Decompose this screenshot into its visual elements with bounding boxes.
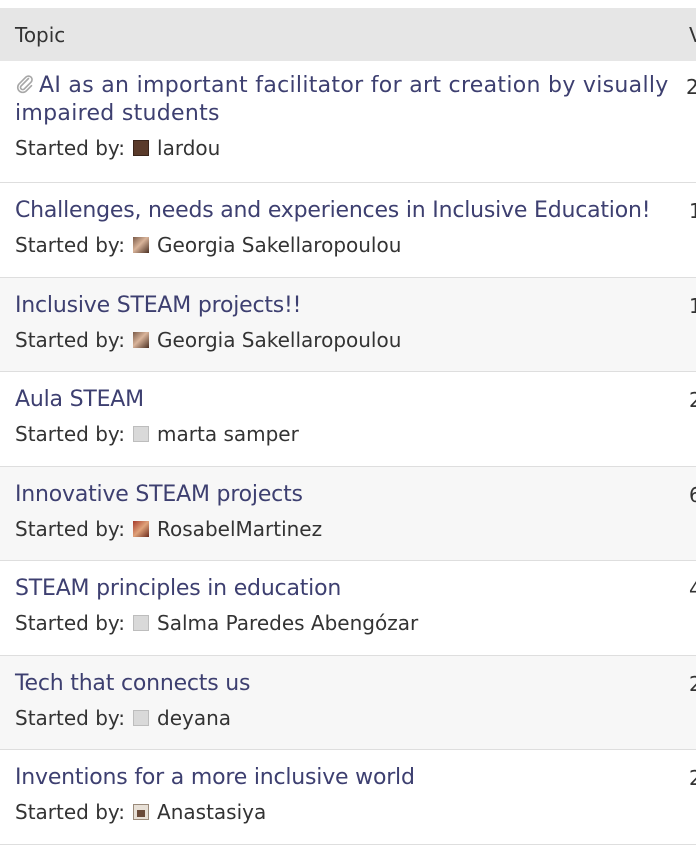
table-row: Challenges, needs and experiences in Inc… [0,183,696,278]
table-row: Innovative STEAM projects Started by: Ro… [0,466,696,561]
started-by-label: Started by: [15,422,126,446]
table-header: Topic V [0,8,696,61]
topic-title: AI as an important facilitator for art c… [15,73,669,126]
reply-count: 1 [689,199,696,223]
reply-count: 2 [689,671,696,696]
reply-count: 2 [689,766,696,790]
started-by: Started by: deyana [15,704,696,732]
avatar[interactable] [133,709,150,726]
topic-link[interactable]: AI as an important facilitator for art c… [15,72,687,128]
started-by: Started by: RosabelMartinez [15,515,696,543]
started-by: Started by: marta samper [15,420,696,448]
author-link[interactable]: Salma Paredes Abengózar [157,609,418,637]
author-link[interactable]: RosabelMartinez [157,515,322,543]
started-by: Started by: Georgia Sakellaropoulou [15,326,696,354]
started-by: Started by: Anastasiya [15,798,696,826]
avatar[interactable] [133,237,150,253]
topic-link[interactable]: Aula STEAM [15,385,687,414]
started-by: Started by: lardou [15,134,696,162]
table-row: AI as an important facilitator for art c… [0,61,696,183]
table-row: Inventions for a more inclusive world St… [0,750,696,845]
reply-count: 1 [689,293,696,318]
started-by-label: Started by: [15,611,126,635]
topic-link[interactable]: STEAM principles in education [15,574,687,603]
topic-column-header[interactable]: Topic [0,23,65,47]
topic-link[interactable]: Innovative STEAM projects [15,480,687,509]
table-row: STEAM principles in education Started by… [0,561,696,656]
author-link[interactable]: Anastasiya [157,798,266,826]
avatar[interactable] [133,140,150,156]
author-link[interactable]: Georgia Sakellaropoulou [157,326,401,354]
table-row: Inclusive STEAM projects!! Started by: G… [0,277,696,372]
started-by-label: Started by: [15,233,126,257]
avatar[interactable] [133,331,150,348]
reply-count: 4 [689,577,696,601]
replies-column-header[interactable]: V [689,23,696,47]
started-by-label: Started by: [15,327,126,352]
avatar[interactable] [133,804,150,820]
started-by: Started by: Salma Paredes Abengózar [15,609,696,637]
table-row: Aula STEAM Started by: marta samper 2 [0,372,696,467]
started-by-label: Started by: [15,136,126,160]
table-row: Tech that connects us Started by: deyana… [0,655,696,750]
started-by-label: Started by: [15,800,126,824]
started-by: Started by: Georgia Sakellaropoulou [15,231,696,259]
author-link[interactable]: Georgia Sakellaropoulou [157,231,401,259]
topic-link[interactable]: Inventions for a more inclusive world [15,763,687,792]
started-by-label: Started by: [15,516,126,541]
discussion-table: Topic V AI as an important facilitator f… [0,8,696,845]
author-link[interactable]: marta samper [157,420,299,448]
avatar[interactable] [133,520,150,537]
author-link[interactable]: deyana [157,704,231,732]
topic-link[interactable]: Inclusive STEAM projects!! [15,291,687,320]
reply-count: 2 [686,75,696,99]
started-by-label: Started by: [15,705,126,730]
topic-link[interactable]: Challenges, needs and experiences in Inc… [15,196,687,225]
reply-count: 6 [689,482,696,507]
paperclip-icon [16,75,33,94]
avatar[interactable] [133,426,150,442]
avatar[interactable] [133,615,150,631]
topic-link[interactable]: Tech that connects us [15,669,687,698]
author-link[interactable]: lardou [157,134,220,162]
reply-count: 2 [689,388,696,412]
